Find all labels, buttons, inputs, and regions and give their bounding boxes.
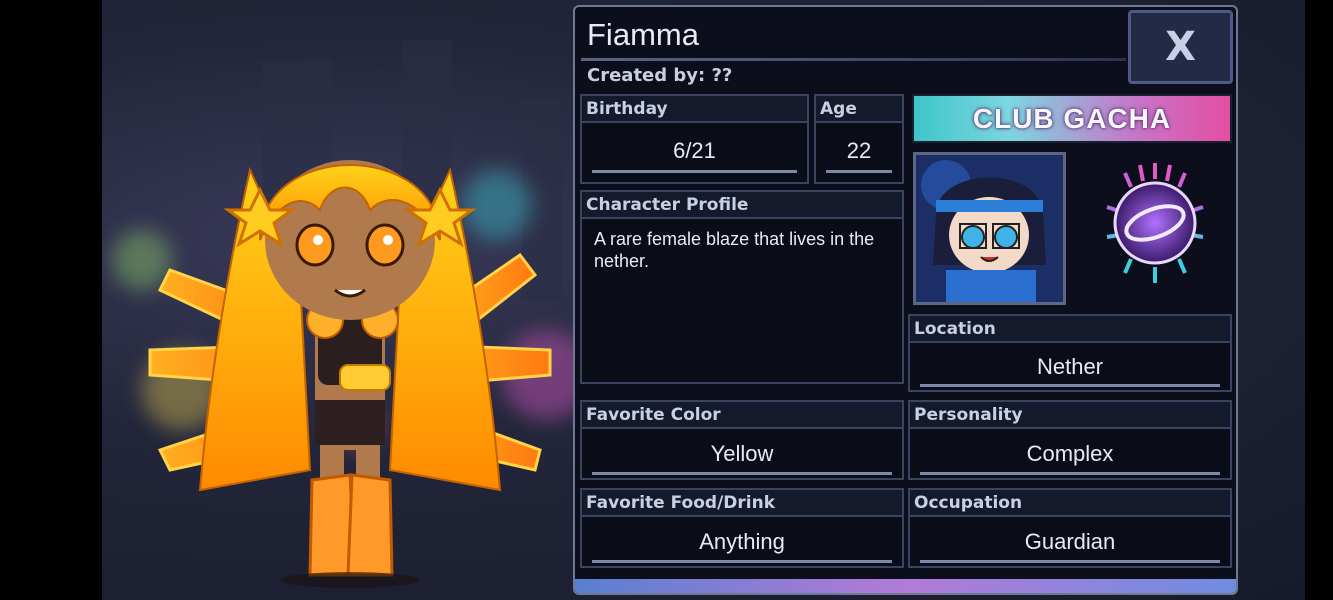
birthday-underline [592, 170, 797, 173]
character-profile-text[interactable]: A rare female blaze that lives in the ne… [594, 228, 890, 272]
character-profile-label: Character Profile [582, 192, 902, 219]
panel-bottom-strip [575, 579, 1236, 593]
age-label: Age [816, 96, 902, 123]
occupation-field: Occupation Guardian [908, 488, 1232, 568]
occupation-underline [920, 560, 1220, 563]
favorite-color-label: Favorite Color [582, 402, 902, 429]
personality-field: Personality Complex [908, 400, 1232, 480]
creator-avatar[interactable] [913, 152, 1066, 305]
close-icon: X [1165, 24, 1196, 70]
occupation-value[interactable]: Guardian [910, 529, 1230, 555]
club-gacha-logo-icon [1106, 163, 1204, 283]
age-field: Age 22 [814, 94, 904, 184]
birthday-label: Birthday [582, 96, 807, 123]
profile-panel: Fiamma Created by: ?? X Birthday 6/21 Ag… [573, 5, 1238, 595]
favorite-food-value[interactable]: Anything [582, 529, 902, 555]
created-by-label: Created by: ?? [587, 65, 733, 86]
profile-header: Fiamma Created by: ?? [581, 11, 1126, 88]
location-field: Location Nether [908, 314, 1232, 392]
club-gacha-banner: CLUB GACHA [912, 94, 1232, 143]
personality-value[interactable]: Complex [910, 441, 1230, 467]
favorite-color-field: Favorite Color Yellow [580, 400, 904, 480]
character-profile-field: Character Profile A rare female blaze th… [580, 190, 904, 384]
favorite-food-label: Favorite Food/Drink [582, 490, 902, 517]
location-underline [920, 384, 1220, 387]
age-value[interactable]: 22 [816, 138, 902, 164]
birthday-field: Birthday 6/21 [580, 94, 809, 184]
brand-title: CLUB GACHA [972, 102, 1172, 134]
location-label: Location [910, 316, 1230, 343]
favorite-food-field: Favorite Food/Drink Anything [580, 488, 904, 568]
character-name: Fiamma [587, 17, 699, 52]
avatar-image [916, 155, 1063, 302]
location-value[interactable]: Nether [910, 354, 1230, 380]
personality-underline [920, 472, 1220, 475]
close-button[interactable]: X [1128, 10, 1233, 84]
favorite-food-underline [592, 560, 892, 563]
birthday-value[interactable]: 6/21 [582, 138, 807, 164]
character-sprite [148, 160, 552, 588]
name-divider [581, 58, 1126, 61]
favorite-color-underline [592, 472, 892, 475]
occupation-label: Occupation [910, 490, 1230, 517]
favorite-color-value[interactable]: Yellow [582, 441, 902, 467]
age-underline [826, 170, 892, 173]
personality-label: Personality [910, 402, 1230, 429]
